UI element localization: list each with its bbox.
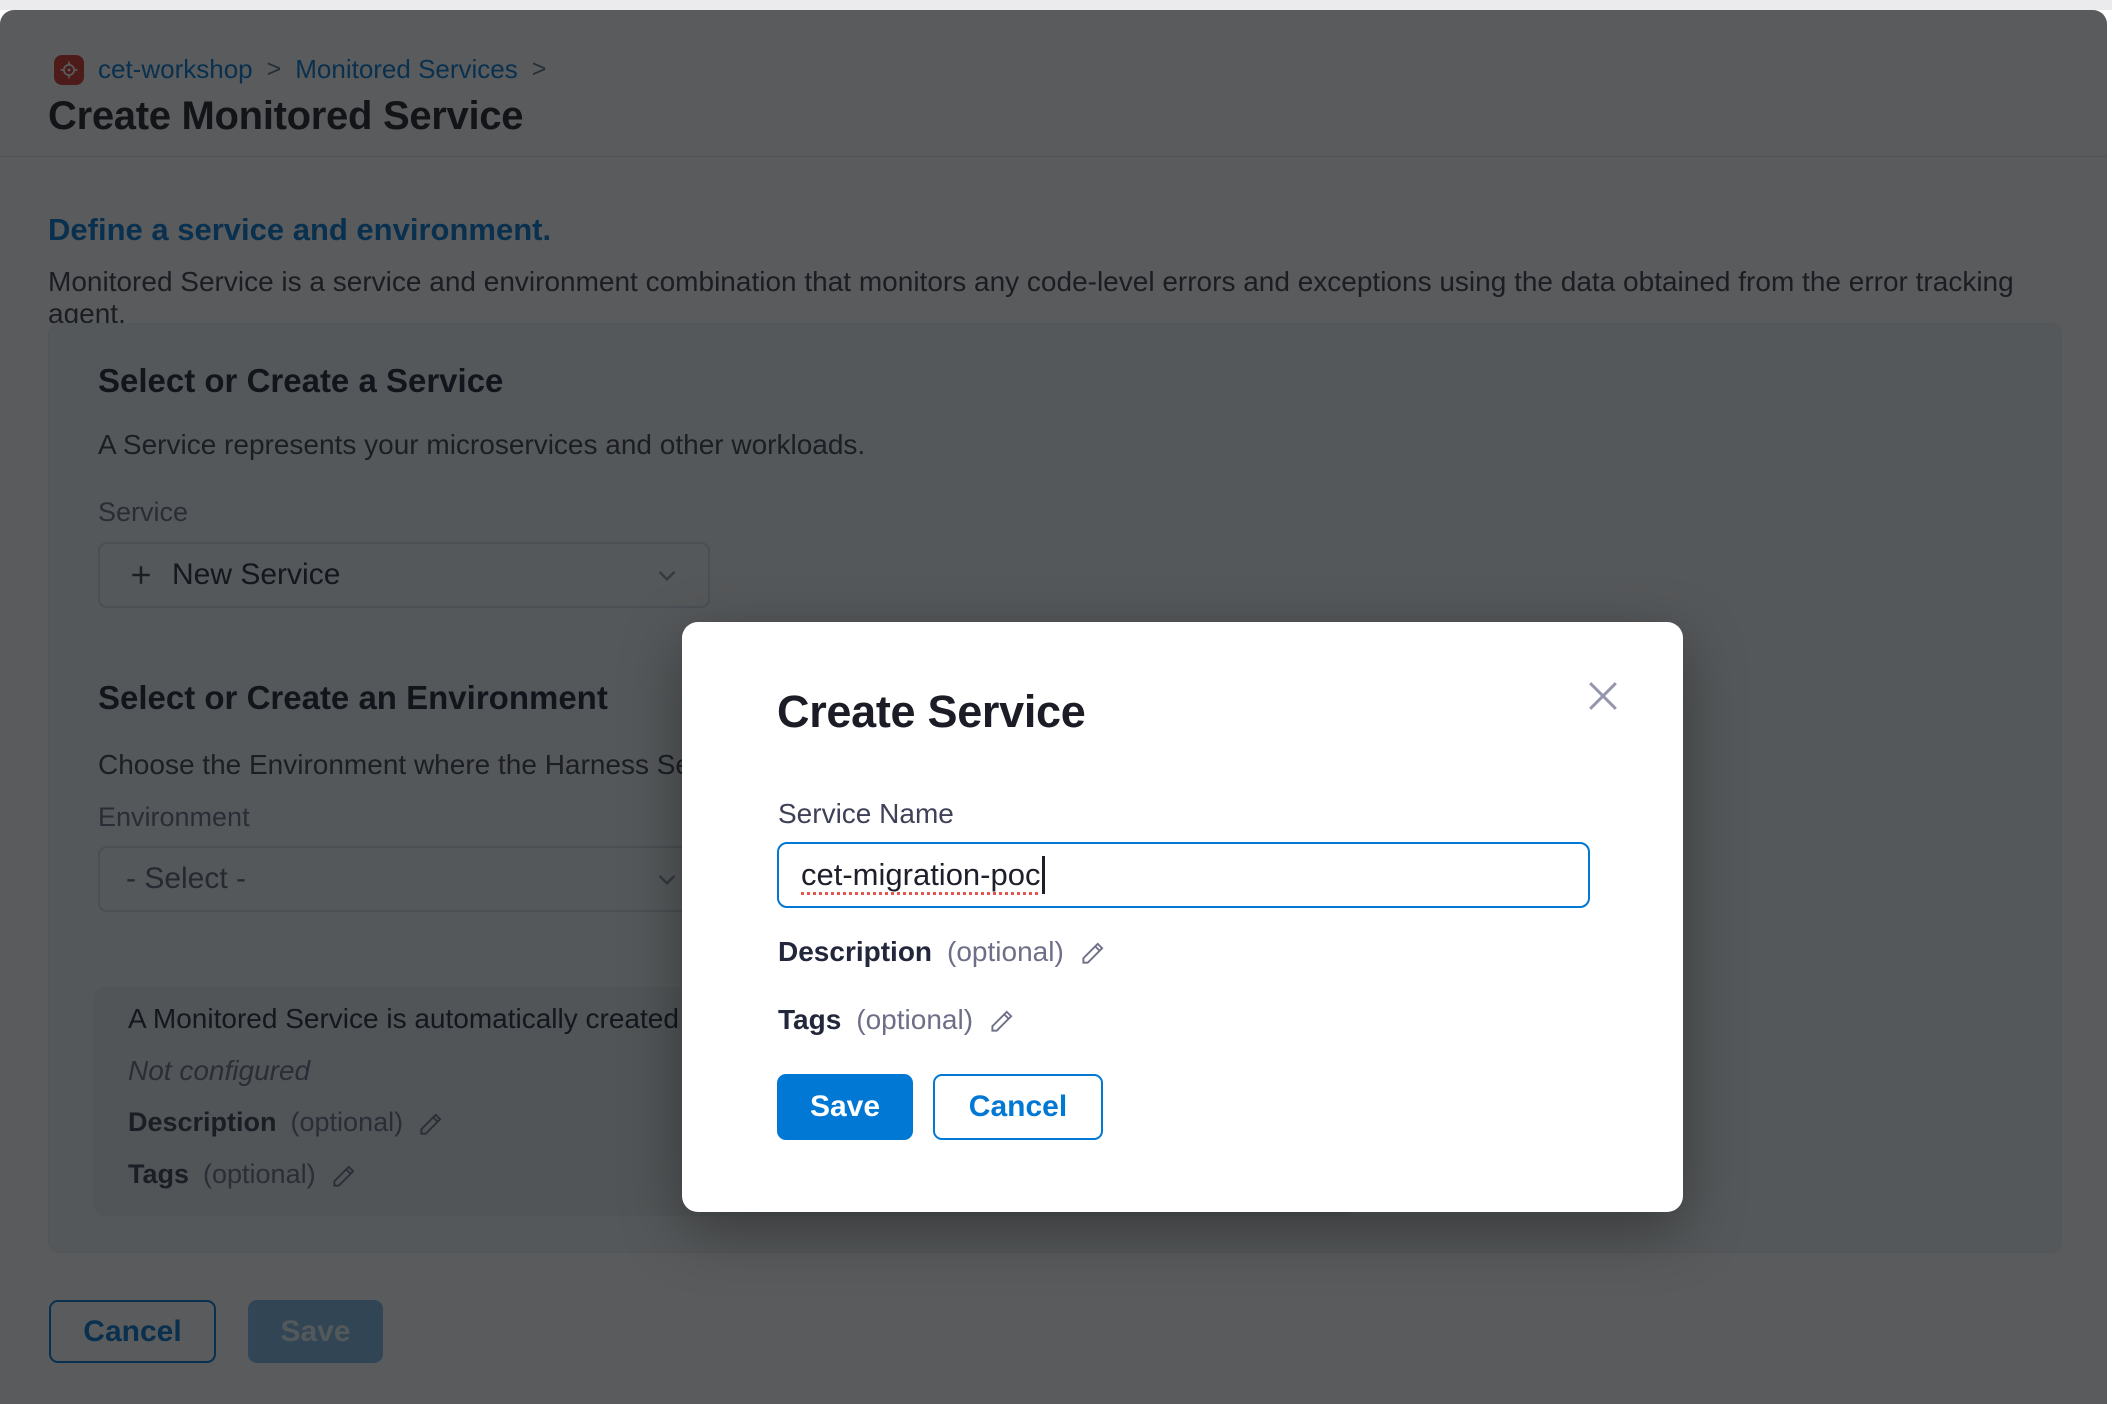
- close-icon[interactable]: [1581, 674, 1625, 718]
- edit-tags-icon[interactable]: [988, 1005, 1018, 1035]
- modal-save-button[interactable]: Save: [777, 1074, 913, 1140]
- service-name-value: cet-migration-poc: [801, 857, 1040, 893]
- modal-cancel-button[interactable]: Cancel: [933, 1074, 1103, 1140]
- service-name-label: Service Name: [778, 798, 954, 830]
- edit-description-icon[interactable]: [1079, 937, 1109, 967]
- description-label: Description: [778, 936, 932, 968]
- modal-title: Create Service: [777, 686, 1086, 738]
- browser-chrome-strip: [0, 0, 2112, 10]
- optional-suffix: (optional): [947, 936, 1064, 968]
- service-name-input[interactable]: cet-migration-poc: [777, 842, 1590, 908]
- create-service-modal: Create Service Service Name cet-migratio…: [682, 622, 1683, 1212]
- tags-label: Tags: [778, 1004, 841, 1036]
- optional-suffix: (optional): [856, 1004, 973, 1036]
- text-caret: [1042, 856, 1045, 894]
